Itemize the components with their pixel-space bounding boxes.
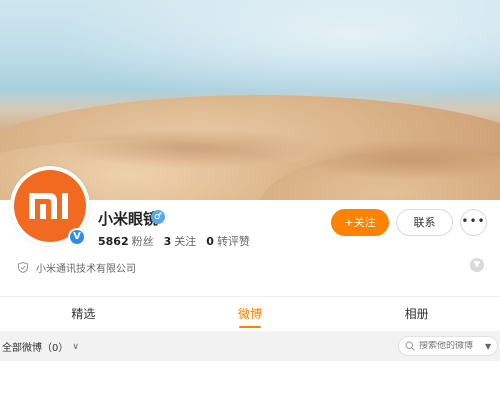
profile-tabs: 精选 微博 相册 [0,297,500,331]
company-name: 小米通讯技术有限公司 [36,264,136,275]
filter-bar: 全部微博（0） ∨ ▼ [0,331,500,361]
tab-weibo[interactable]: 微博 [167,297,334,331]
caret-down-icon[interactable]: ▼ [485,342,491,351]
contact-button[interactable]: 联系 [396,209,453,236]
tab-featured[interactable]: 精选 [0,297,167,331]
follow-button[interactable]: +关注 [331,209,389,236]
male-icon: ♂ [151,210,165,224]
more-icon[interactable]: ••• [460,209,487,236]
profile-name: 小米眼镜 [98,210,159,228]
search-input[interactable] [419,341,481,351]
engagement-stat[interactable]: 0 转评赞 [206,233,250,249]
tab-album[interactable]: 相册 [333,297,500,331]
post-filter-label: 全部微博（0） [2,343,69,354]
search-icon [405,341,415,351]
followers-stat[interactable]: 5862 粉丝 [98,233,154,249]
cover-image [0,0,500,200]
shield-icon [18,262,28,273]
chevron-down-icon: ∨ [72,341,79,352]
company-row: 小米通讯技术有限公司 [18,260,136,275]
following-stat[interactable]: 3 关注 [164,233,197,249]
profile-page: V 小米眼镜 ♂ 5862 粉丝 3 关注 0 转评赞 小米通讯技术有限公司 ▼ +关… [0,0,500,403]
search-box[interactable]: ▼ [398,336,498,356]
profile-stats: 5862 粉丝 3 关注 0 转评赞 [98,233,250,249]
chevron-down-icon[interactable]: ▼ [470,258,484,272]
post-filter-dropdown[interactable]: 全部微博（0） ∨ [2,339,79,355]
verified-v-icon: V [68,228,86,246]
